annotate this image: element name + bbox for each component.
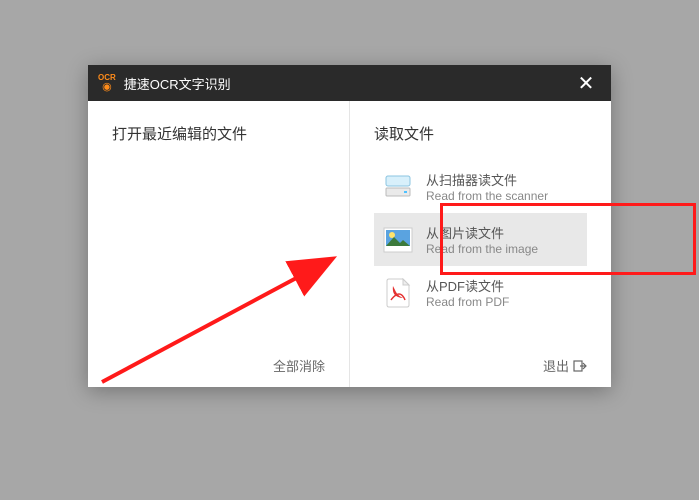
image-icon [382,224,414,256]
exit-link[interactable]: 退出 [374,356,587,375]
clear-all-link[interactable]: 全部消除 [112,356,325,375]
recent-files-list [112,160,325,356]
titlebar: OCR ◉ 捷速OCR文字识别 ✕ [88,65,611,101]
read-file-heading: 读取文件 [374,123,587,144]
read-pdf-cn: 从PDF读文件 [426,276,509,295]
recent-files-heading: 打开最近编辑的文件 [112,123,325,144]
exit-icon [573,360,587,372]
read-image-en: Read from the image [426,242,538,256]
read-scanner-option[interactable]: 从扫描器读文件 Read from the scanner [374,160,587,213]
read-image-option[interactable]: 从图片读文件 Read from the image [374,213,587,266]
clear-all-label: 全部消除 [273,356,325,375]
close-button[interactable]: ✕ [571,71,601,96]
pdf-icon [382,277,414,309]
scanner-icon [382,171,414,203]
dialog-body: 打开最近编辑的文件 全部消除 读取文件 从扫 [88,101,611,387]
recent-files-panel: 打开最近编辑的文件 全部消除 [88,101,350,387]
ocr-dialog: OCR ◉ 捷速OCR文字识别 ✕ 打开最近编辑的文件 全部消除 读取文件 [88,65,611,387]
read-scanner-en: Read from the scanner [426,189,548,203]
window-title: 捷速OCR文字识别 [124,74,571,93]
read-options: 从扫描器读文件 Read from the scanner [374,160,587,356]
read-pdf-en: Read from PDF [426,295,509,309]
eye-icon: ◉ [102,82,112,93]
exit-label: 退出 [543,356,569,375]
read-pdf-option[interactable]: 从PDF读文件 Read from PDF [374,266,587,319]
read-scanner-cn: 从扫描器读文件 [426,170,548,189]
app-logo: OCR ◉ [98,74,116,93]
read-image-cn: 从图片读文件 [426,223,538,242]
read-file-panel: 读取文件 从扫描器读文件 Read from the scanner [350,101,611,387]
